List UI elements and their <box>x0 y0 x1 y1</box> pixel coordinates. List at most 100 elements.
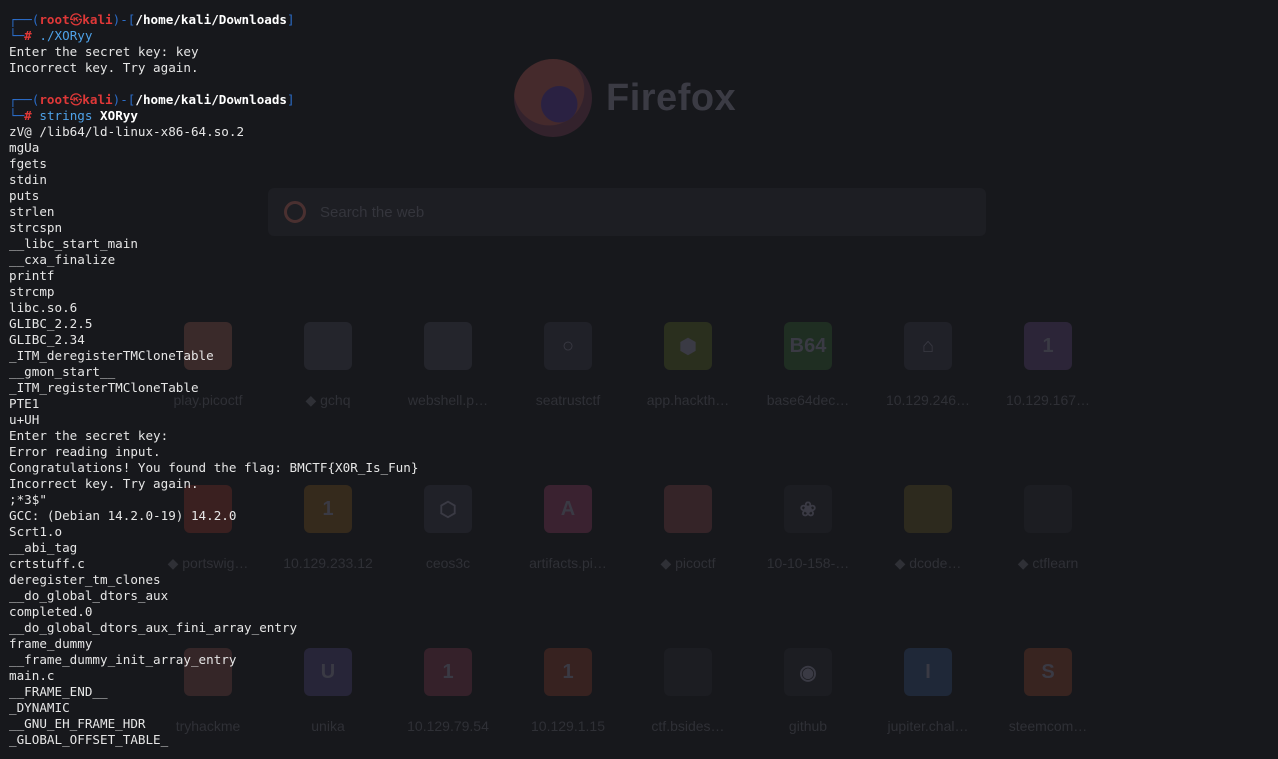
output-line: __cxa_finalize <box>9 252 116 267</box>
output-line: GLIBC_2.34 <box>9 332 85 347</box>
prompt-close: ] <box>287 12 295 27</box>
output-line: completed.0 <box>9 604 93 619</box>
site-favicon-icon <box>904 485 952 533</box>
output-line: crtstuff.c <box>9 556 85 571</box>
site-favicon-icon <box>664 648 712 696</box>
command-line: └─# strings XORyy <box>9 108 418 124</box>
command-text: strings <box>39 108 93 123</box>
prompt-hash: # <box>24 108 32 123</box>
top-site-tile[interactable]: ◆ dcode… <box>872 485 984 585</box>
prompt-frame-bottom: └─ <box>9 108 25 123</box>
site-label: artifacts.pi… <box>529 555 607 571</box>
top-site-tile[interactable]: ⬢ app.hackth… <box>632 322 744 422</box>
site-label: ctf.bsides… <box>651 718 725 734</box>
site-label: ◆ dcode… <box>894 555 962 571</box>
top-site-tile[interactable]: ◆ ctflearn <box>992 485 1104 585</box>
site-label: seatrustctf <box>535 392 601 408</box>
terminal-output[interactable]: ┌──(root㉿kali)-[/home/kali/Downloads] └─… <box>9 12 418 748</box>
output-line: frame_dummy <box>9 636 93 651</box>
output-line: Error reading input. <box>9 444 161 459</box>
prompt-separator: )-[ <box>112 12 136 27</box>
prompt-path: /home/kali/Downloads <box>135 12 288 27</box>
output-line: __GNU_EH_FRAME_HDR <box>9 716 146 731</box>
top-site-tile[interactable]: Ssteemcom… <box>992 648 1104 748</box>
output-line: Scrt1.o <box>9 524 63 539</box>
output-line: GLIBC_2.2.5 <box>9 316 93 331</box>
top-site-tile[interactable]: Ijupiter.chal… <box>872 648 984 748</box>
site-label: steemcom… <box>1008 718 1088 734</box>
output-line: fgets <box>9 156 47 171</box>
output-line: __gmon_start__ <box>9 364 116 379</box>
prompt-at-symbol: ㉿ <box>69 12 83 27</box>
prompt-close: ] <box>287 92 295 107</box>
output-line: mgUa <box>9 140 40 155</box>
prompt-frame: ┌──( <box>9 12 40 27</box>
output-line: _DYNAMIC <box>9 700 70 715</box>
top-site-tile[interactable]: ctf.bsides… <box>632 648 744 748</box>
site-favicon-icon: ⬢ <box>664 322 712 370</box>
output-line: PTE1 <box>9 396 40 411</box>
site-label: app.hackth… <box>646 392 730 408</box>
prompt-separator: )-[ <box>112 92 136 107</box>
top-site-tile[interactable]: Aartifacts.pi… <box>512 485 624 585</box>
command-argument: XORyy <box>100 108 138 123</box>
command-output: Enter the secret key: key Incorrect key. … <box>9 44 418 76</box>
site-label: ◆ picoctf <box>660 555 716 571</box>
firefox-wordmark: Firefox <box>606 76 737 119</box>
output-line: puts <box>9 188 40 203</box>
site-label: jupiter.chal… <box>887 718 969 734</box>
command-text: ./XORyy <box>39 28 93 43</box>
command-line: └─# ./XORyy <box>9 28 418 44</box>
top-site-tile[interactable]: 1 10.129.1.15 <box>512 648 624 748</box>
site-favicon-icon: B64 <box>784 322 832 370</box>
output-line: ;*3$" <box>9 492 47 507</box>
output-line: Enter the secret key: key <box>9 44 199 59</box>
output-line: _GLOBAL_OFFSET_TABLE_ <box>9 732 169 747</box>
output-line: __FRAME_END__ <box>9 684 108 699</box>
output-line: strlen <box>9 204 55 219</box>
site-favicon-icon: ○ <box>544 322 592 370</box>
site-favicon-icon <box>1024 485 1072 533</box>
output-line: __do_global_dtors_aux_fini_array_entry <box>9 620 298 635</box>
site-favicon-icon: 1 <box>544 648 592 696</box>
site-favicon-icon: 1 <box>424 648 472 696</box>
site-favicon-icon <box>664 485 712 533</box>
site-label: 10-10-158-… <box>766 555 850 571</box>
output-line: Incorrect key. Try again. <box>9 60 199 75</box>
top-site-tile[interactable]: ◆ picoctf <box>632 485 744 585</box>
site-label: 10.129.167… <box>1005 392 1091 408</box>
output-line: u+UH <box>9 412 40 427</box>
prompt-at-symbol: ㉿ <box>69 92 83 107</box>
prompt-host: kali <box>82 12 113 27</box>
output-line: Congratulations! You found the flag: BMC… <box>9 460 419 475</box>
prompt-path: /home/kali/Downloads <box>135 92 288 107</box>
output-line: Enter the secret key: <box>9 428 169 443</box>
output-line: _ITM_deregisterTMCloneTable <box>9 348 214 363</box>
output-line: strcmp <box>9 284 55 299</box>
site-label: 10.129.246… <box>885 392 971 408</box>
prompt-frame: ┌──( <box>9 92 40 107</box>
output-line: stdin <box>9 172 47 187</box>
prompt-user: root <box>39 12 70 27</box>
top-site-tile[interactable]: 1 10.129.167… <box>992 322 1104 422</box>
prompt-header: ┌──(root㉿kali)-[/home/kali/Downloads] <box>9 12 418 28</box>
output-line: __libc_start_main <box>9 236 138 251</box>
output-line: strcspn <box>9 220 63 235</box>
site-label: base64dec… <box>766 392 850 408</box>
top-site-tile[interactable]: B64 base64dec… <box>752 322 864 422</box>
firefox-branding: Firefox <box>514 58 744 138</box>
site-favicon-icon: 1 <box>1024 322 1072 370</box>
output-line: __frame_dummy_init_array_entry <box>9 652 237 667</box>
top-site-tile[interactable]: ◉ github <box>752 648 864 748</box>
site-favicon-icon: ◉ <box>784 648 832 696</box>
site-favicon-icon: S <box>1024 648 1072 696</box>
output-line: main.c <box>9 668 55 683</box>
prompt-hash: # <box>24 28 32 43</box>
output-line: libc.so.6 <box>9 300 78 315</box>
output-line: __do_global_dtors_aux <box>9 588 169 603</box>
top-site-tile[interactable]: ❀ 10-10-158-… <box>752 485 864 585</box>
firefox-logo-icon <box>514 59 592 137</box>
top-site-tile[interactable]: ○ seatrustctf <box>512 322 624 422</box>
output-line: zV@ /lib64/ld-linux-x86-64.so.2 <box>9 124 245 139</box>
top-site-tile[interactable]: ⌂ 10.129.246… <box>872 322 984 422</box>
